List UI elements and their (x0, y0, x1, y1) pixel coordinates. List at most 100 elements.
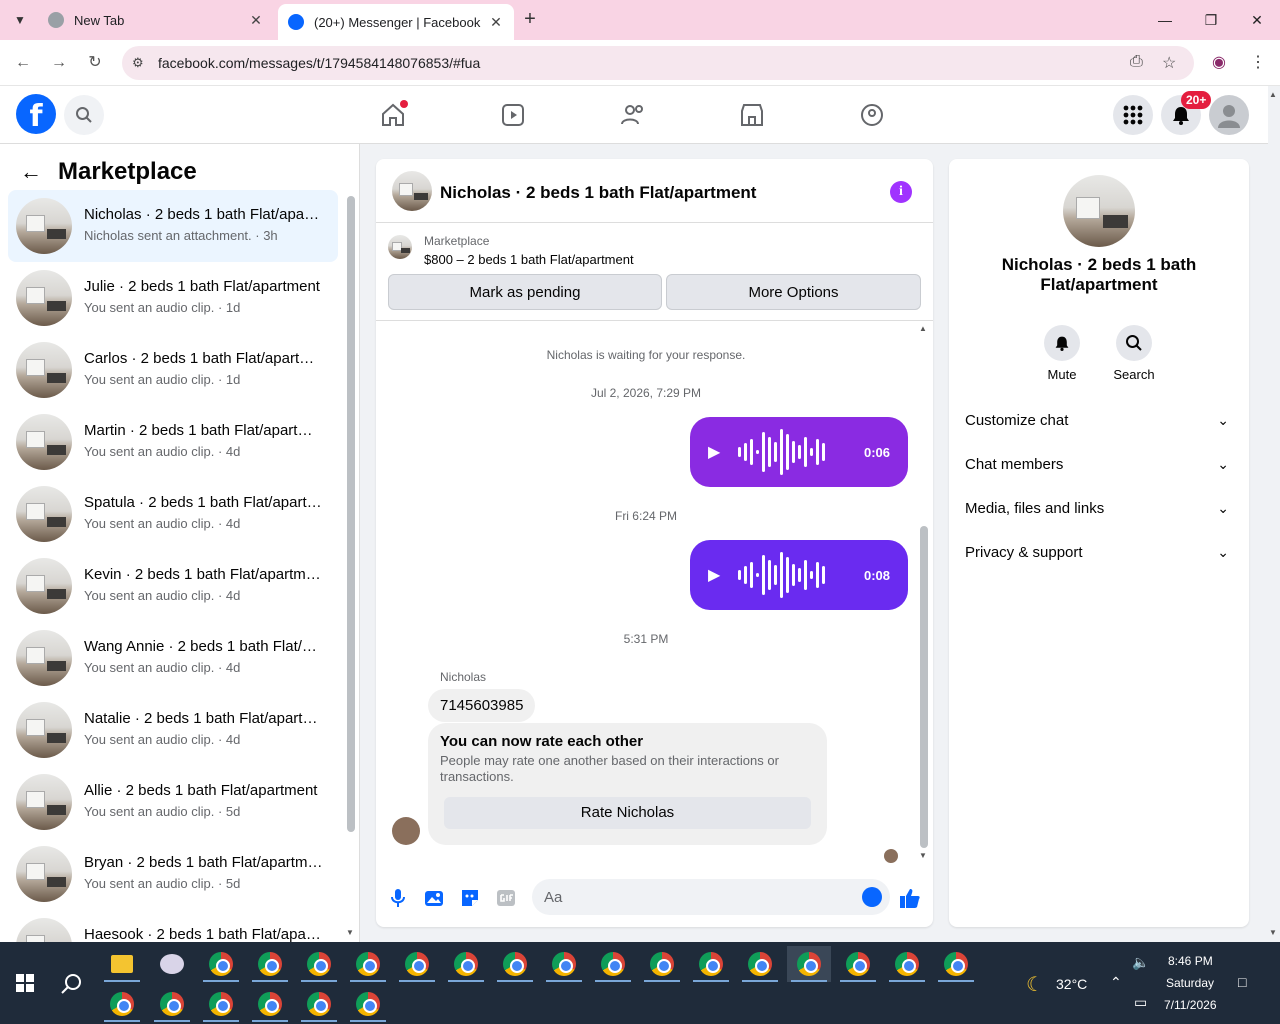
chrome-icon[interactable] (199, 986, 243, 1022)
tab-search-dropdown-icon[interactable]: ▼ (8, 8, 32, 32)
facebook-logo[interactable]: f (16, 94, 56, 134)
windows-start-icon[interactable] (16, 974, 34, 992)
tab-new-tab[interactable]: New Tab ✕ (38, 4, 274, 36)
clock-time[interactable]: 8:46 PM (1168, 954, 1213, 968)
close-icon[interactable]: ✕ (488, 14, 504, 31)
conversation-item[interactable]: Bryan · 2 beds 1 bath Flat/apartment You … (8, 838, 338, 910)
install-app-icon[interactable]: ⎙ (1130, 53, 1143, 71)
chrome-icon[interactable] (591, 946, 635, 982)
play-icon[interactable]: ▶ (708, 565, 728, 585)
bookmark-star-icon[interactable]: ☆ (1162, 53, 1176, 73)
volume-icon[interactable]: 🔈 (1132, 954, 1149, 971)
conversation-item[interactable]: Martin · 2 beds 1 bath Flat/apartment You… (8, 406, 338, 478)
account-avatar[interactable] (1209, 95, 1249, 135)
chrome-icon[interactable] (738, 946, 782, 982)
message-bubble[interactable]: 7145603985 (428, 689, 536, 722)
nav-video[interactable] (495, 98, 531, 132)
scroll-down-arrow-icon[interactable]: ▼ (919, 851, 927, 860)
search-button[interactable] (64, 95, 104, 135)
profile-icon[interactable]: ◉ (1212, 52, 1226, 72)
conversation-item[interactable]: Julie · 2 beds 1 bath Flat/apartment You … (8, 262, 338, 334)
thumbs-up-icon[interactable] (899, 887, 921, 909)
chrome-icon[interactable] (836, 946, 880, 982)
minimize-button[interactable]: — (1142, 6, 1188, 34)
notification-center-icon[interactable]: □ (1238, 974, 1246, 990)
close-icon[interactable]: ✕ (248, 12, 264, 29)
gif-icon[interactable] (495, 887, 517, 909)
network-icon[interactable]: ▭ (1134, 994, 1147, 1011)
section-media-files-links[interactable]: Media, files and links ⌄ (965, 500, 1233, 530)
notifications-button[interactable]: 20+ (1161, 91, 1212, 135)
nav-marketplace[interactable] (734, 98, 770, 132)
nav-home[interactable] (375, 98, 411, 132)
new-tab-button[interactable]: + (518, 8, 542, 32)
microphone-icon[interactable] (387, 887, 409, 909)
chrome-icon[interactable] (640, 946, 684, 982)
page-scroll-down-icon[interactable]: ▼ (1269, 928, 1277, 937)
chrome-icon[interactable] (346, 986, 390, 1022)
chrome-icon[interactable] (787, 946, 831, 982)
conversation-item[interactable]: Natalie · 2 beds 1 bath Flat/apartment Yo… (8, 694, 338, 766)
scroll-down-arrow-icon[interactable]: ▼ (346, 928, 354, 937)
play-icon[interactable]: ▶ (708, 442, 728, 462)
weather-moon-icon[interactable]: ☾ (1026, 972, 1044, 997)
menu-grid-button[interactable] (1113, 95, 1153, 135)
mute-action[interactable]: Mute (1032, 325, 1092, 382)
omnibox[interactable]: ⚙ facebook.com/messages/t/17945841480768… (122, 46, 1194, 80)
conversation-item[interactable]: Kevin · 2 beds 1 bath Flat/apartment You … (8, 550, 338, 622)
audio-message[interactable]: ▶ 0:08 (690, 540, 908, 610)
file-explorer-icon[interactable] (100, 946, 144, 982)
conversation-item[interactable]: Allie · 2 beds 1 bath Flat/apartment You … (8, 766, 338, 838)
rate-button[interactable]: Rate Nicholas (444, 797, 811, 829)
mark-pending-button[interactable]: Mark as pending (388, 274, 662, 310)
search-action[interactable]: Search (1104, 325, 1164, 382)
conversation-item[interactable]: Spatula · 2 beds 1 bath Flat/apartment Yo… (8, 478, 338, 550)
site-info-icon[interactable]: ⚙ (132, 55, 144, 71)
clock-date[interactable]: 7/11/2026 (1164, 998, 1217, 1012)
listing-thumbnail[interactable] (388, 235, 412, 259)
clock-day[interactable]: Saturday (1166, 976, 1214, 990)
chrome-icon[interactable] (150, 986, 194, 1022)
temperature[interactable]: 32°C (1056, 976, 1087, 992)
chrome-icon[interactable] (689, 946, 733, 982)
menu-kebab-icon[interactable]: ⋮ (1250, 52, 1266, 72)
back-arrow-icon[interactable]: ← (20, 159, 42, 185)
chrome-icon[interactable] (248, 986, 292, 1022)
more-options-button[interactable]: More Options (666, 274, 921, 310)
page-scroll-up-icon[interactable]: ▲ (1269, 90, 1277, 99)
conversation-item[interactable]: Carlos · 2 beds 1 bath Flat/apartment You… (8, 334, 338, 406)
paint-app-icon[interactable] (150, 946, 194, 982)
chrome-icon[interactable] (199, 946, 243, 982)
conversation-item[interactable]: Wang Annie · 2 beds 1 bath Flat/apartmen… (8, 622, 338, 694)
search-icon[interactable] (60, 972, 84, 996)
nav-gaming[interactable] (854, 98, 890, 132)
audio-message[interactable]: ▶ 0:06 (690, 417, 908, 487)
chevron-up-icon[interactable]: ⌃ (1110, 974, 1122, 991)
scroll-up-arrow-icon[interactable]: ▲ (919, 324, 927, 333)
sidebar-scrollbar[interactable] (347, 196, 355, 832)
sticker-icon[interactable] (459, 887, 481, 909)
chrome-icon[interactable] (346, 946, 390, 982)
details-avatar[interactable] (1063, 175, 1135, 247)
chrome-icon[interactable] (885, 946, 929, 982)
back-button[interactable]: ← (10, 50, 36, 76)
section-privacy-support[interactable]: Privacy & support ⌄ (965, 544, 1233, 574)
emoji-icon[interactable] (862, 887, 882, 907)
chat-avatar[interactable] (392, 171, 432, 211)
chrome-icon[interactable] (248, 946, 292, 982)
reload-button[interactable]: ↻ (82, 50, 108, 76)
chrome-icon[interactable] (100, 986, 144, 1022)
nav-friends[interactable] (615, 98, 651, 132)
chrome-icon[interactable] (542, 946, 586, 982)
tab-messenger[interactable]: (20+) Messenger | Facebook ✕ (278, 4, 514, 40)
thread-scrollbar[interactable] (920, 526, 928, 848)
close-window-button[interactable]: ✕ (1234, 6, 1280, 34)
listing-title[interactable]: $800 – 2 beds 1 bath Flat/apartment (424, 252, 634, 267)
photo-icon[interactable] (423, 887, 445, 909)
section-chat-members[interactable]: Chat members ⌄ (965, 456, 1233, 486)
url-text[interactable]: facebook.com/messages/t/1794584148076853… (158, 55, 480, 71)
chat-title[interactable]: Nicholas · 2 beds 1 bath Flat/apartment (440, 183, 756, 203)
chrome-icon[interactable] (934, 946, 978, 982)
chrome-icon[interactable] (297, 986, 341, 1022)
chrome-icon[interactable] (493, 946, 537, 982)
